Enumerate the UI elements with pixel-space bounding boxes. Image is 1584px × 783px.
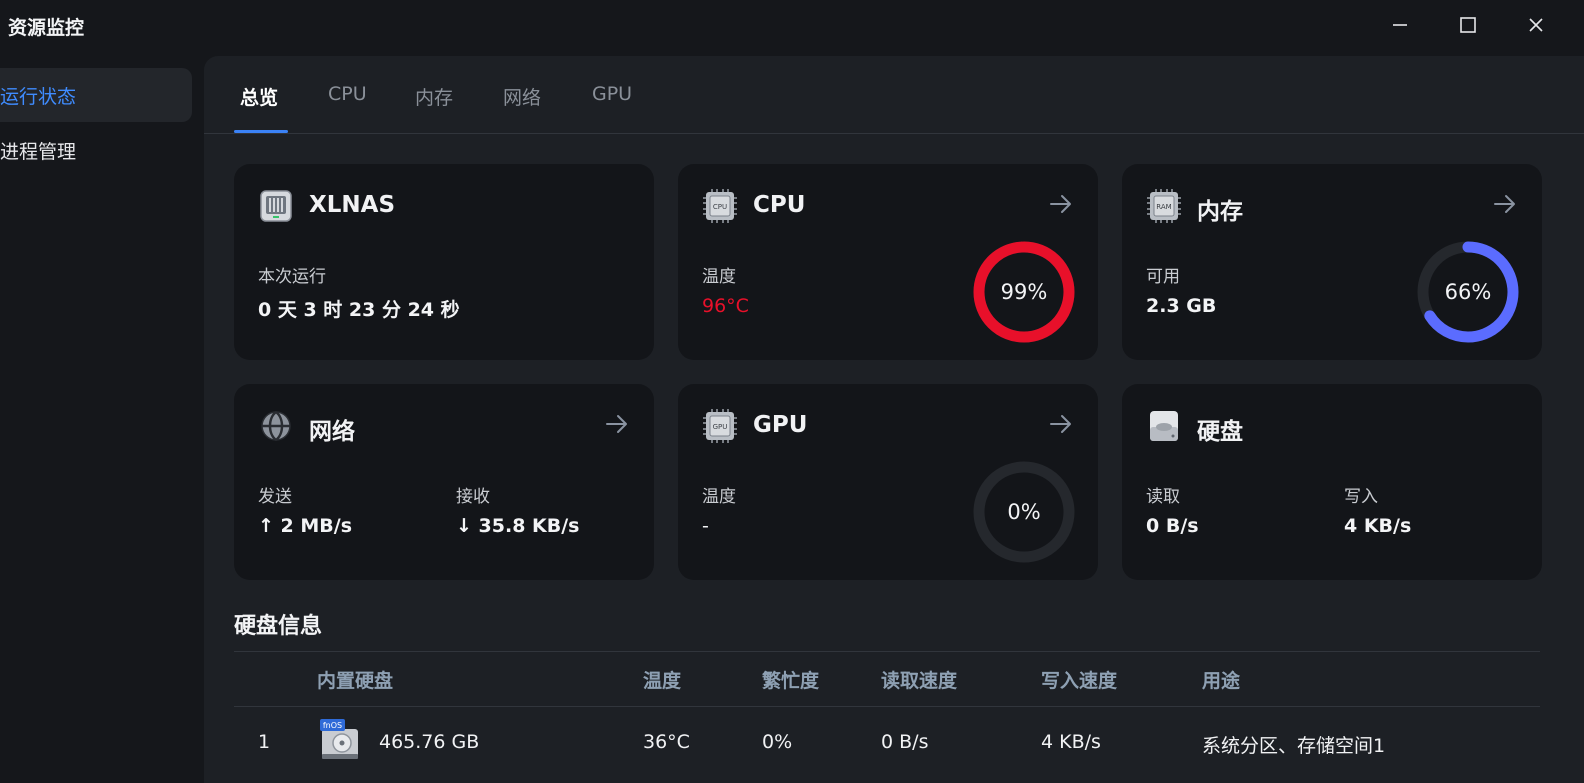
sidebar-item-label: 进程管理 xyxy=(0,140,77,163)
disk-write-speed: 4 KB/s xyxy=(1041,731,1101,753)
column-header: 用途 xyxy=(1202,670,1241,692)
arrow-right-icon[interactable] xyxy=(604,412,630,436)
table-header: 内置硬盘 温度 繁忙度 读取速度 写入速度 用途 xyxy=(234,651,1540,707)
memory-available-label: 可用 xyxy=(1146,267,1180,287)
cpu-temp-value: 96°C xyxy=(702,295,749,317)
tab-overview[interactable]: 总览 xyxy=(240,83,278,110)
sidebar-item-processes[interactable]: 进程管理 xyxy=(0,123,192,177)
title-bar: 资源监控 xyxy=(0,0,1584,54)
resource-monitor-window: 资源监控 运行状态 进程管理 总览 CPU 内存 网络 GPU XLNAS 本次… xyxy=(0,0,1584,783)
cpu-usage-percent: 99% xyxy=(1000,280,1048,304)
card-title: CPU xyxy=(753,192,806,218)
sidebar-item-status[interactable]: 运行状态 xyxy=(0,68,192,122)
disk-info-title: 硬盘信息 xyxy=(234,614,323,639)
network-globe-icon xyxy=(261,411,291,441)
column-header: 写入速度 xyxy=(1041,670,1118,692)
disk-info-table: 内置硬盘 温度 繁忙度 读取速度 写入速度 用途 1 fnOS 465.76 G… xyxy=(234,651,1540,783)
arrow-right-icon[interactable] xyxy=(1048,192,1074,216)
disk-size: 465.76 GB xyxy=(379,731,480,753)
internal-disk-icon: fnOS xyxy=(320,719,358,759)
network-receive-label: 接收 xyxy=(456,487,490,507)
fnos-badge: fnOS xyxy=(323,721,342,730)
gpu-chip-icon: GPU xyxy=(703,409,737,443)
uptime-value: 0 天 3 时 23 分 24 秒 xyxy=(258,299,460,321)
disk-usage: 系统分区、存储空间1 xyxy=(1202,735,1386,757)
ram-chip-icon: RAM xyxy=(1147,189,1181,223)
app-title: 资源监控 xyxy=(8,17,85,39)
memory-card: RAM 内存 可用 2.3 GB 66% xyxy=(1122,164,1542,360)
gpu-usage-ring: 0% xyxy=(972,460,1076,564)
minimize-icon xyxy=(1393,24,1407,26)
memory-available-value: 2.3 GB xyxy=(1146,295,1217,317)
card-title: XLNAS xyxy=(309,192,396,218)
tab-gpu[interactable]: GPU xyxy=(592,83,632,105)
disk-write-value: 4 KB/s xyxy=(1344,515,1412,537)
svg-text:RAM: RAM xyxy=(1156,203,1171,211)
row-index: 1 xyxy=(258,731,271,753)
network-card: 网络 发送 ↑ 2 MB/s 接收 ↓ 35.8 KB/s xyxy=(234,384,654,580)
maximize-icon xyxy=(1460,17,1476,33)
svg-text:GPU: GPU xyxy=(713,423,728,431)
disk-read-speed: 0 B/s xyxy=(881,731,929,753)
arrow-right-icon[interactable] xyxy=(1048,412,1074,436)
arrow-right-icon[interactable] xyxy=(1492,192,1518,216)
minimize-button[interactable] xyxy=(1378,7,1422,43)
hard-disk-icon xyxy=(1150,411,1178,441)
column-header: 读取速度 xyxy=(881,670,958,692)
system-card: XLNAS 本次运行 0 天 3 时 23 分 24 秒 xyxy=(234,164,654,360)
card-title: 硬盘 xyxy=(1197,419,1243,445)
close-icon xyxy=(1529,18,1543,32)
tab-network[interactable]: 网络 xyxy=(503,83,541,110)
column-header: 繁忙度 xyxy=(762,670,820,692)
cpu-card: CPU CPU 温度 96°C 99% xyxy=(678,164,1098,360)
disk-temperature: 36°C xyxy=(643,731,690,753)
card-title: 网络 xyxy=(309,419,355,445)
card-title: GPU xyxy=(753,412,808,438)
cpu-usage-ring: 99% xyxy=(972,240,1076,344)
disk-busy: 0% xyxy=(762,731,793,753)
gpu-usage-percent: 0% xyxy=(1007,500,1041,524)
sidebar-item-label: 运行状态 xyxy=(0,85,77,108)
gpu-temp-value: - xyxy=(702,515,709,537)
tab-bar: 总览 CPU 内存 网络 GPU xyxy=(204,56,1584,134)
tab-cpu[interactable]: CPU xyxy=(328,83,367,105)
close-button[interactable] xyxy=(1514,7,1558,43)
disk-card: 硬盘 读取 0 B/s 写入 4 KB/s xyxy=(1122,384,1542,580)
disk-read-label: 读取 xyxy=(1146,487,1180,507)
maximize-button[interactable] xyxy=(1446,7,1490,43)
active-tab-indicator xyxy=(234,130,288,133)
memory-usage-ring: 66% xyxy=(1416,240,1520,344)
uptime-label: 本次运行 xyxy=(258,267,326,287)
column-header: 内置硬盘 xyxy=(317,670,394,692)
main-panel: 总览 CPU 内存 网络 GPU XLNAS 本次运行 0 天 3 时 23 分… xyxy=(204,56,1584,783)
memory-usage-percent: 66% xyxy=(1444,280,1492,304)
network-receive-value: ↓ 35.8 KB/s xyxy=(456,515,580,537)
column-header: 温度 xyxy=(643,670,682,692)
table-row[interactable]: 1 fnOS 465.76 GB 36°C 0% 0 B/s 4 KB/s 系统… xyxy=(234,707,1540,783)
network-send-value: ↑ 2 MB/s xyxy=(258,515,353,537)
svg-text:CPU: CPU xyxy=(713,203,727,211)
nas-icon xyxy=(260,190,292,222)
gpu-card: GPU GPU 温度 - 0% xyxy=(678,384,1098,580)
disk-read-value: 0 B/s xyxy=(1146,515,1199,537)
cpu-temp-label: 温度 xyxy=(702,267,736,287)
gpu-temp-label: 温度 xyxy=(702,487,736,507)
disk-write-label: 写入 xyxy=(1344,487,1378,507)
tab-memory[interactable]: 内存 xyxy=(415,83,453,110)
network-send-label: 发送 xyxy=(258,487,292,507)
card-title: 内存 xyxy=(1197,199,1243,225)
cpu-chip-icon: CPU xyxy=(703,189,737,223)
